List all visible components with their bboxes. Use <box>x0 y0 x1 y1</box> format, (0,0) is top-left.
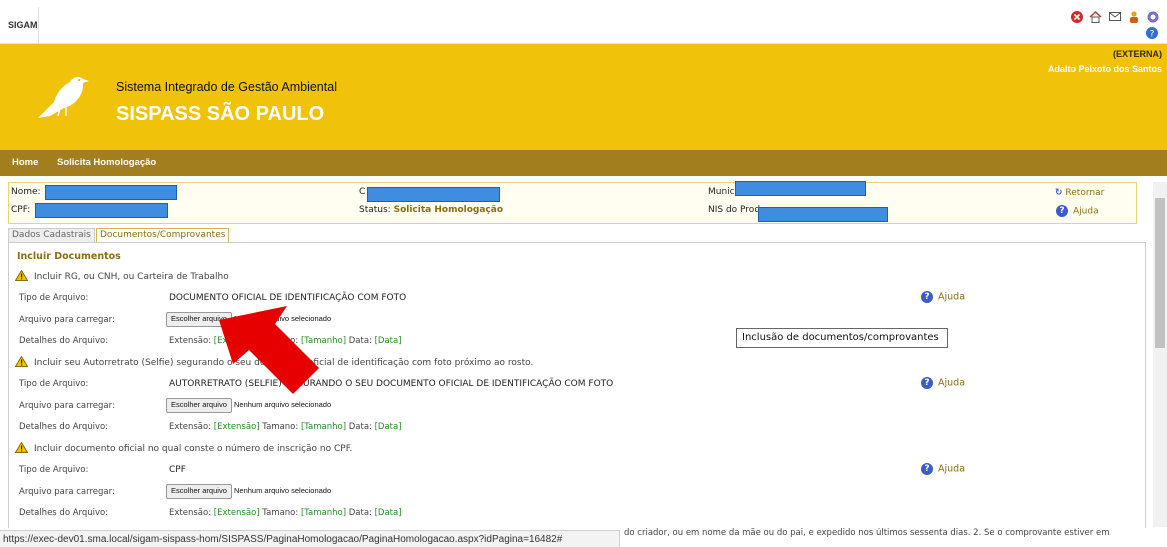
ext-value: [Extensão] <box>213 508 260 518</box>
nav-bar: Home Solicita Homologação <box>0 150 1167 176</box>
size-label: Tamano: <box>262 422 299 432</box>
choose-file-button[interactable]: Escolher arquivo <box>166 484 232 499</box>
user-name: Adalto Peixoto dos Santos <box>1047 64 1162 74</box>
documents-panel: Incluir Documentos Incluir RG, ou CNH, o… <box>8 242 1146 528</box>
arquivo-label: Arquivo para carregar: <box>19 401 115 411</box>
ajuda-label: Ajuda <box>1073 206 1099 217</box>
doc-instruction: Incluir RG, ou CNH, ou Carteira de Traba… <box>34 272 229 282</box>
vertical-scrollbar[interactable] <box>1153 182 1167 527</box>
ajuda-link[interactable]: ? Ajuda <box>1056 205 1099 217</box>
top-icons <box>1070 10 1159 23</box>
tab-documentos[interactable]: Documentos/Comprovantes <box>96 228 230 243</box>
doc-instruction: Incluir documento oficial no qual conste… <box>34 444 353 454</box>
ext-value: [Extensão] <box>213 422 260 432</box>
refresh-icon[interactable] <box>1146 10 1159 23</box>
file-details: Extensão: [Extensão] Tamano: [Tamanho] D… <box>169 508 402 518</box>
arquivo-label: Arquivo para carregar: <box>19 315 115 325</box>
doc-help-link[interactable]: ? Ajuda <box>921 291 965 303</box>
tipo-label: Tipo de Arquivo: <box>19 379 89 389</box>
warning-icon <box>14 269 29 284</box>
redacted-cpf <box>35 203 168 218</box>
date-value: [Data] <box>374 422 402 432</box>
status-field: Status: Solicita Homologação <box>359 205 503 215</box>
size-value: [Tamanho] <box>300 508 347 518</box>
help-label: Ajuda <box>938 463 966 475</box>
system-subtitle: Sistema Integrado de Gestão Ambiental <box>116 80 337 94</box>
detalhes-label: Detalhes do Arquivo: <box>19 422 109 432</box>
user-icon[interactable] <box>1127 10 1140 23</box>
header-banner: Sistema Integrado de Gestão Ambiental SI… <box>0 44 1167 150</box>
redacted-municipio <box>735 181 866 196</box>
size-value: [Tamanho] <box>300 422 347 432</box>
cpf-label: CPF: <box>11 205 31 215</box>
nav-home[interactable]: Home <box>12 150 38 176</box>
nis-label: NIS do Prod <box>708 205 761 215</box>
date-value: [Data] <box>374 508 402 518</box>
producer-info-box: Nome: CPF: C Status: Solicita Homologaçã… <box>8 181 1137 224</box>
user-type: (EXTERNA) <box>1113 49 1162 59</box>
redacted-c <box>367 187 500 202</box>
help-label: Ajuda <box>938 377 966 389</box>
doc-help-link[interactable]: ? Ajuda <box>921 463 965 475</box>
partial-instruction-text: do criador, ou em nome da mãe ou do pai,… <box>624 528 1110 538</box>
status-value: Solicita Homologação <box>393 205 504 215</box>
scrollbar-thumb[interactable] <box>1155 198 1165 348</box>
detalhes-label: Detalhes do Arquivo: <box>19 336 109 346</box>
panel-title: Incluir Documentos <box>17 251 121 262</box>
browser-status-url: https://exec-dev01.sma.local/sigam-sispa… <box>0 530 620 547</box>
warning-icon <box>14 441 29 456</box>
doc-help-link[interactable]: ? Ajuda <box>921 377 965 389</box>
app-short-name[interactable]: SIGAM <box>8 7 39 43</box>
tooltip: Inclusão de documentos/comprovantes <box>736 328 948 348</box>
no-file-text: Nenhum arquivo selecionado <box>234 486 332 495</box>
home-icon[interactable] <box>1089 10 1102 23</box>
tab-dados-cadastrais[interactable]: Dados Cadastrais <box>8 228 95 243</box>
ext-label: Extensão: <box>169 508 212 518</box>
top-bar: SIGAM ? <box>0 7 1167 44</box>
nome-label: Nome: <box>11 187 41 197</box>
return-arrow-icon: ↻ <box>1055 188 1063 198</box>
annotation-arrow-icon <box>219 306 319 394</box>
date-label: Data: <box>348 508 372 518</box>
c-label: C <box>359 187 366 197</box>
mail-icon[interactable] <box>1108 10 1121 23</box>
date-label: Data: <box>348 422 372 432</box>
tipo-value: CPF <box>169 465 186 475</box>
redacted-nome <box>45 185 177 200</box>
help-icon[interactable]: ? <box>1146 27 1158 42</box>
system-title: SISPASS SÃO PAULO <box>116 103 325 125</box>
help-icon: ? <box>1056 205 1068 217</box>
municipio-label: Municí <box>708 187 738 197</box>
warning-icon <box>14 355 29 370</box>
ext-label: Extensão: <box>169 422 212 432</box>
redacted-nis <box>758 207 888 222</box>
close-icon[interactable] <box>1070 10 1083 23</box>
date-label: Data: <box>348 336 372 346</box>
arquivo-label: Arquivo para carregar: <box>19 487 115 497</box>
tipo-label: Tipo de Arquivo: <box>19 465 89 475</box>
status-label: Status: <box>359 205 391 215</box>
size-label: Tamano: <box>262 508 299 518</box>
retornar-link[interactable]: ↻ Retornar <box>1055 188 1104 198</box>
file-details: Extensão: [Extensão] Tamano: [Tamanho] D… <box>169 422 402 432</box>
tipo-label: Tipo de Arquivo: <box>19 293 89 303</box>
help-icon: ? <box>921 377 933 389</box>
nav-current-page[interactable]: Solicita Homologação <box>57 150 156 176</box>
help-icon: ? <box>921 463 933 475</box>
bird-logo-icon <box>38 77 89 118</box>
svg-text:?: ? <box>1150 30 1155 40</box>
retornar-label: Retornar <box>1065 188 1105 198</box>
help-icon: ? <box>921 291 933 303</box>
help-label: Ajuda <box>938 291 966 303</box>
date-value: [Data] <box>374 336 402 346</box>
detalhes-label: Detalhes do Arquivo: <box>19 508 109 518</box>
